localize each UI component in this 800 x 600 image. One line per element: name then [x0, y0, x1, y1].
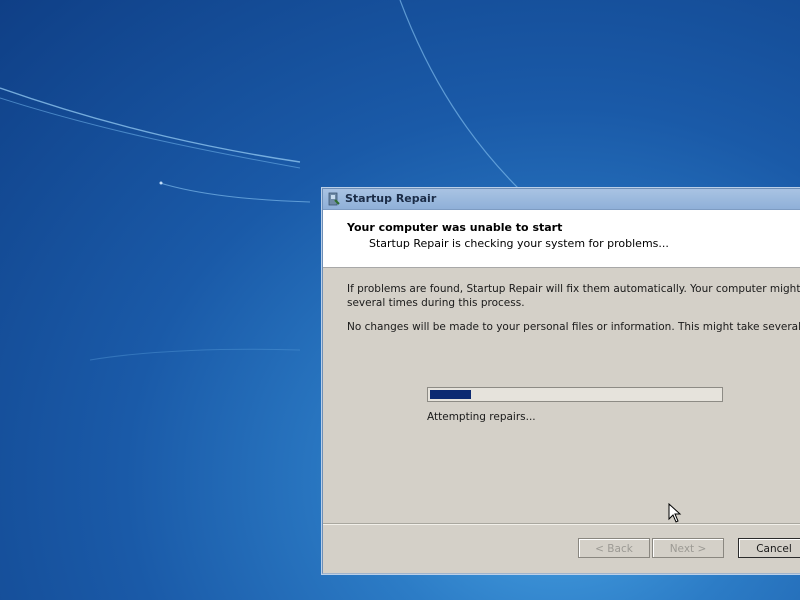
info-text-line-1: If problems are found, Startup Repair wi… [347, 283, 800, 295]
header-title: Your computer was unable to start [347, 221, 563, 234]
cancel-button[interactable]: Cancel [738, 538, 800, 558]
next-button[interactable]: Next > [652, 538, 724, 558]
back-button[interactable]: < Back [578, 538, 650, 558]
header-subtitle: Startup Repair is checking your system f… [369, 237, 669, 250]
progress-bar-fill [430, 390, 471, 399]
startup-repair-icon [328, 192, 340, 206]
repair-progress-bar [427, 387, 723, 402]
title-bar[interactable]: Startup Repair [323, 189, 800, 210]
window-title: Startup Repair [345, 192, 437, 205]
info-text-paragraph-2: No changes will be made to your personal… [347, 321, 800, 333]
startup-repair-dialog: Startup Repair Your computer was unable … [322, 188, 800, 574]
info-text-line-2: several times during this process. [347, 297, 525, 309]
header-panel: Your computer was unable to start Startu… [323, 210, 800, 268]
progress-status-text: Attempting repairs... [427, 411, 536, 423]
mouse-cursor-icon [668, 503, 682, 523]
footer-divider [323, 523, 800, 525]
